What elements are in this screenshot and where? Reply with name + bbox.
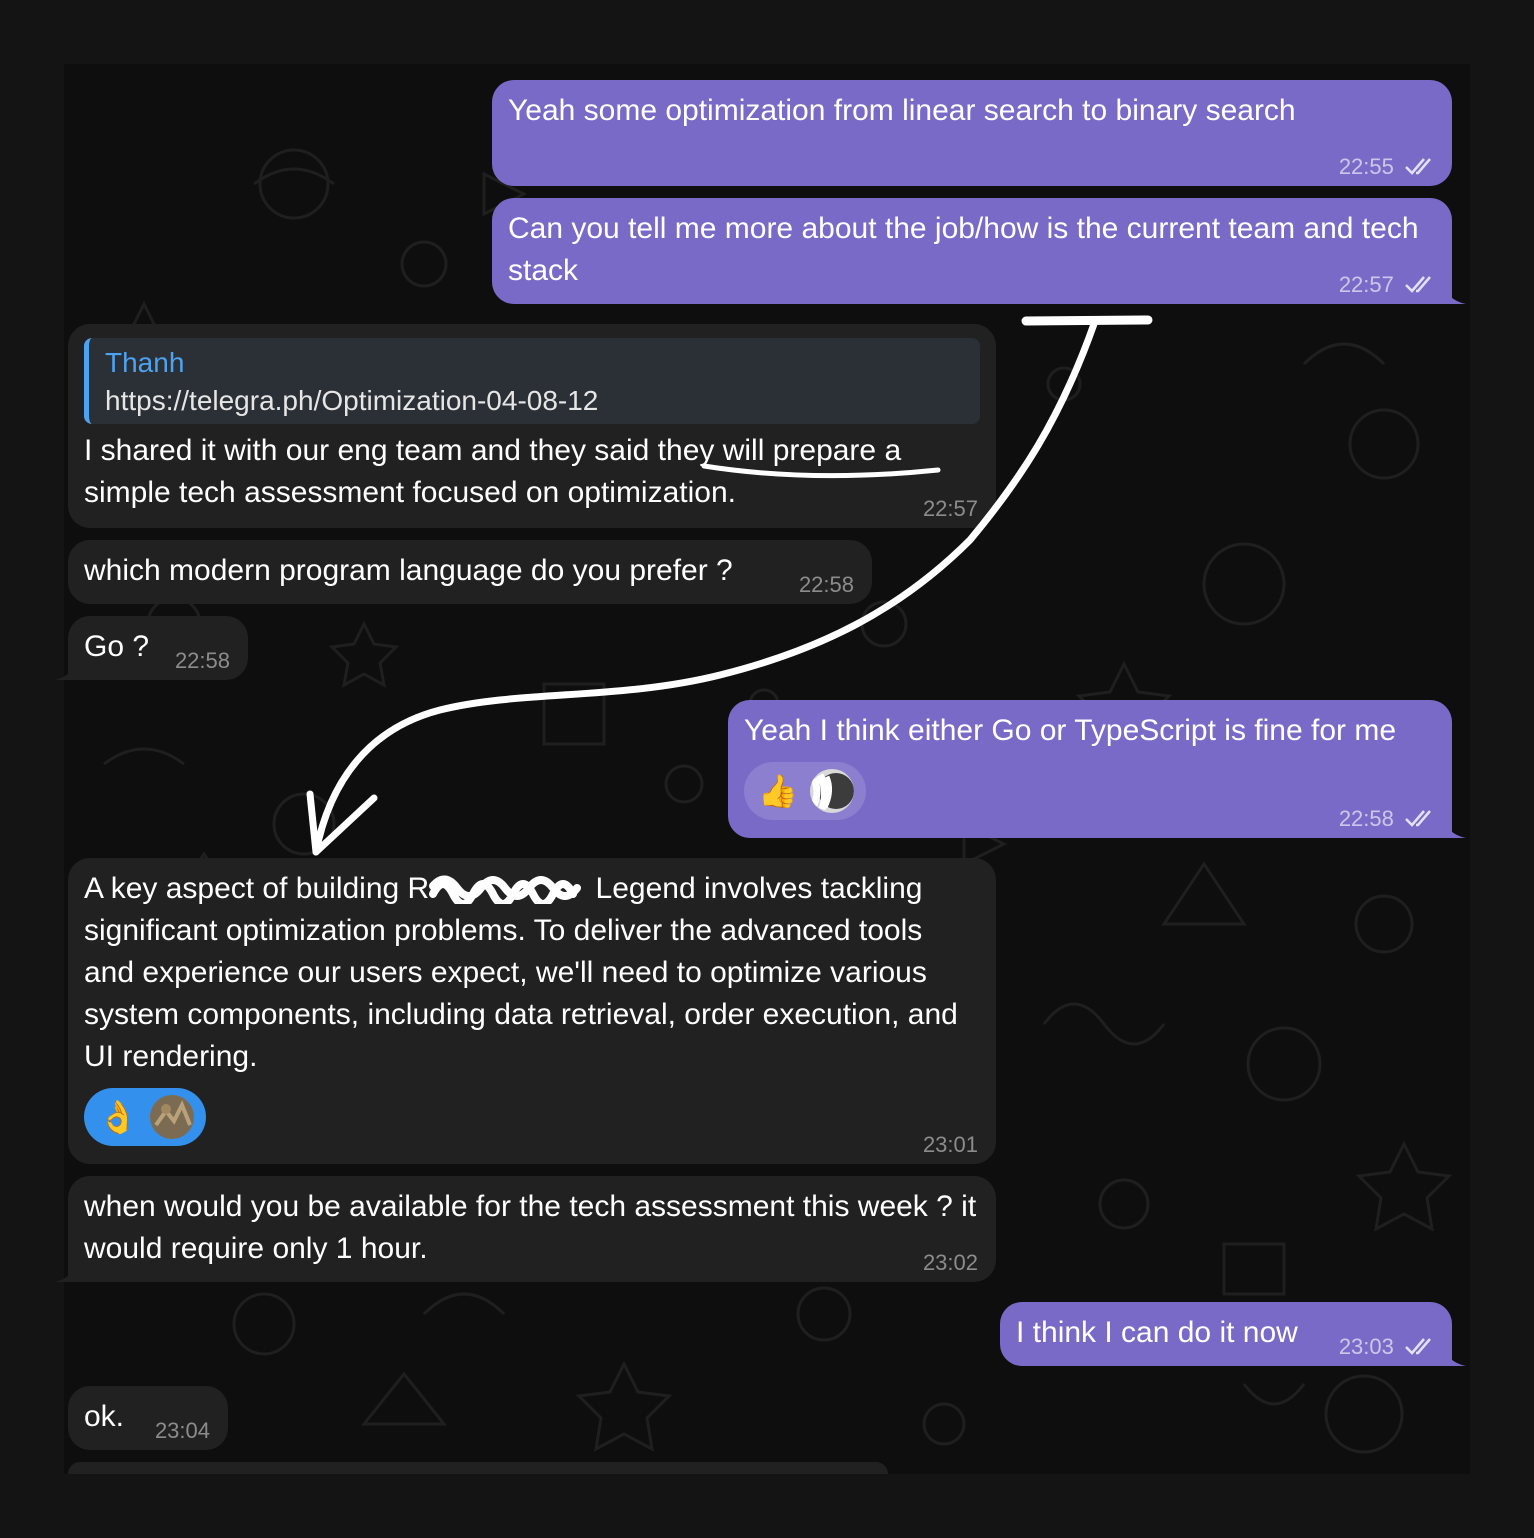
message-text-part: I shared it with our eng team and they s… [84,434,658,467]
bubble-tail [54,1260,76,1282]
message-bubble-incoming[interactable]: which modern program language do you pre… [68,540,872,604]
message-time: 22:58 [1338,806,1394,831]
message-text: I shared it with our eng team and they s… [84,430,980,514]
bubble-tail [1444,282,1466,304]
underlined-phrase: they will prepare [657,434,877,467]
message-bubble-incoming[interactable]: A key aspect of building R Legend involv… [68,858,996,1164]
message-time: 22:55 [1338,154,1394,179]
message-time: 22:57 [1338,272,1394,297]
message-time: 23:02 [922,1250,978,1275]
reactor-avatar [809,769,854,813]
message-bubble-incoming[interactable]: Thanh https://telegra.ph/Optimization-04… [68,324,996,528]
message-meta: 22:58 [1339,806,1438,832]
message-text: A key aspect of building R Legend involv… [84,868,980,1078]
redaction-scribble [429,875,582,904]
message-bubble-outgoing[interactable]: Yeah some optimization from linear searc… [492,80,1452,186]
message-meta: 23:03 [1339,1334,1438,1360]
message-meta: 22:55 [1339,154,1438,180]
message-text: Can you tell me more about the job/how i… [508,212,1419,287]
message-text: I think I can do it now [1016,1316,1298,1349]
message-bubble-incoming[interactable]: Go ? 22:58 [54,616,248,680]
message-bubble-incoming[interactable]: ok. 23:04 [68,1386,228,1450]
message-bubble-incoming[interactable]: when would you be available for the tech… [54,1176,996,1282]
reply-link-text: https://telegra.ph/Optimization-04-08-12 [105,385,599,416]
message-bubble-incoming-partial[interactable] [68,1462,888,1474]
message-time: 23:01 [922,1132,978,1157]
message-time: 23:04 [154,1418,210,1443]
message-text: when would you be available for the tech… [84,1190,977,1265]
message-meta: 22:57 [1339,272,1438,298]
bubble-tail [54,658,76,680]
message-time: 22:57 [922,496,978,521]
message-text: Yeah some optimization from linear searc… [508,94,1296,127]
thumbs-up-icon: 👍 [758,773,798,809]
bubble-tail [1444,816,1466,838]
reactor-avatar [149,1095,194,1139]
bubble-tail [1444,1344,1466,1366]
double-check-icon [1405,810,1431,827]
message-time: 22:58 [798,572,854,597]
message-time: 22:58 [174,648,230,673]
message-text: ok. [84,1400,125,1433]
message-bubble-outgoing[interactable]: Yeah I think either Go or TypeScript is … [728,700,1466,838]
reaction-chip[interactable]: 👍 [744,762,866,820]
message-text: Go ? [84,630,150,663]
reply-sender-name: Thanh [105,347,185,378]
double-check-icon [1405,1338,1431,1355]
double-check-icon [1405,158,1431,175]
double-check-icon [1405,276,1431,293]
message-text: which modern program language do you pre… [84,554,733,587]
message-bubble-outgoing[interactable]: I think I can do it now 23:03 [1000,1302,1466,1366]
message-bubble-outgoing[interactable]: Can you tell me more about the job/how i… [492,198,1466,304]
reaction-chip[interactable]: 👌 [84,1088,206,1146]
message-time: 23:03 [1338,1334,1394,1359]
message-text: Yeah I think either Go or TypeScript is … [744,714,1397,747]
reply-preview[interactable]: Thanh https://telegra.ph/Optimization-04… [84,338,980,424]
ok-hand-icon: 👌 [98,1099,138,1135]
message-text-part: A key aspect of building R [84,872,430,905]
